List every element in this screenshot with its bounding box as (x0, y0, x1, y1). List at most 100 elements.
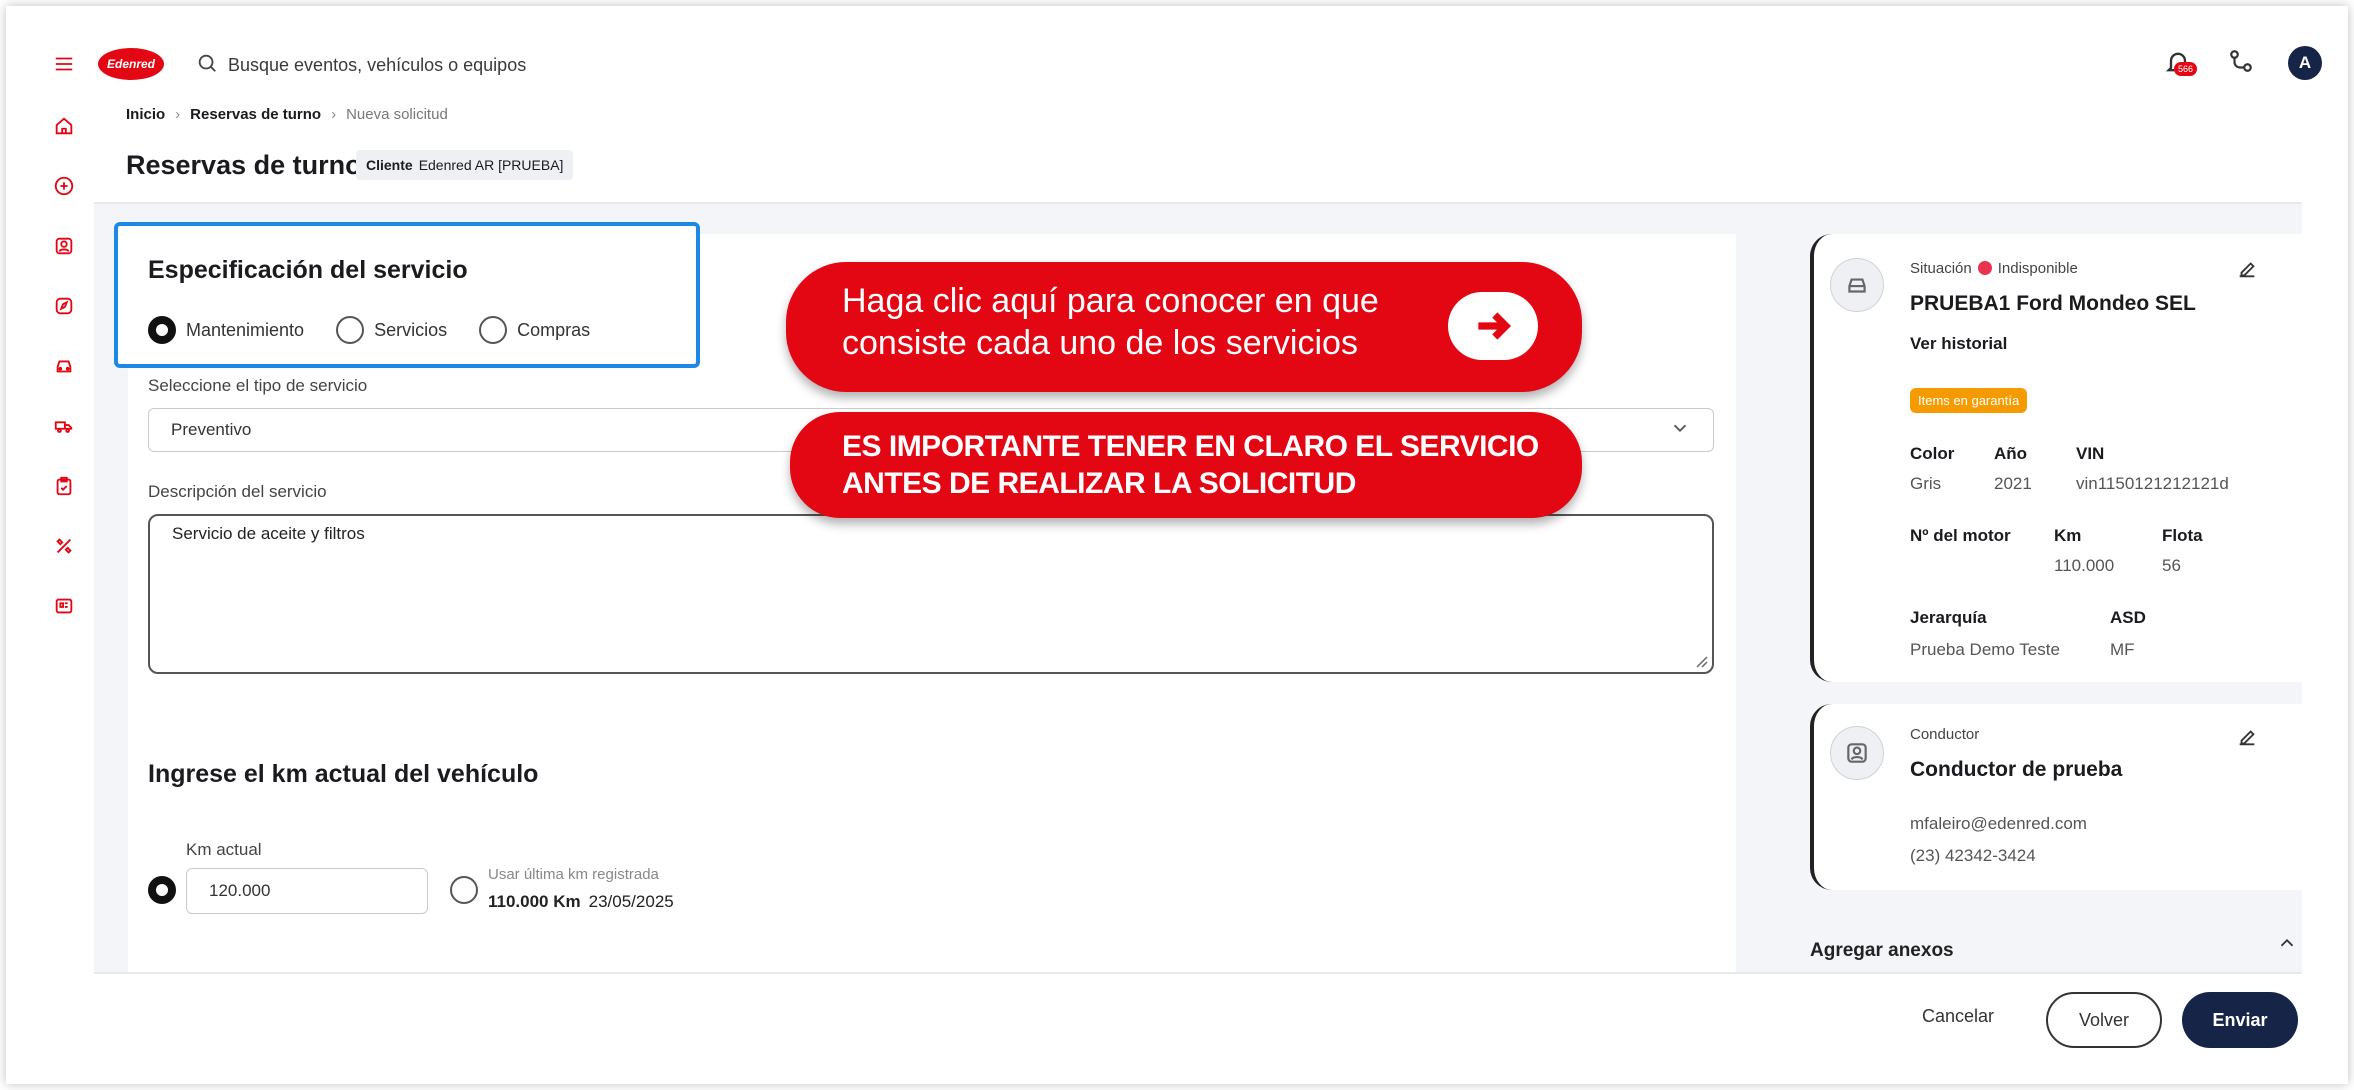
radio-compras[interactable]: Compras (479, 316, 590, 344)
top-actions: 566 A (2164, 46, 2322, 80)
breadcrumb: Inicio › Reservas de turno › Nueva solic… (126, 106, 448, 123)
vin-label: VIN (2076, 444, 2105, 463)
asd-value: MF (2110, 640, 2135, 659)
breadcrumb-current: Nueva solicitud (346, 106, 448, 123)
asd-label: ASD (2110, 608, 2146, 627)
status-dot-icon (1977, 261, 1992, 275)
radio-checked-icon[interactable] (148, 316, 176, 344)
last-km-info: 110.000 Km 23/05/2025 (488, 892, 674, 912)
radio-servicios[interactable]: Servicios (336, 316, 447, 344)
driver-email: mfaleiro@edenred.com (1910, 814, 2087, 833)
status-label: Situación (1910, 260, 1972, 277)
org-switch-button[interactable] (2228, 48, 2254, 79)
status-value: Indisponible (1997, 260, 2078, 277)
user-card-icon[interactable] (44, 226, 84, 266)
warning-callout: ES IMPORTANTE TENER EN CLARO EL SERVICIO… (790, 412, 1582, 518)
fleet-label: Flota (2162, 526, 2203, 545)
radio-km-last[interactable] (450, 876, 478, 904)
warning-callout-line1: ES IMPORTANTE TENER EN CLARO EL SERVICIO (842, 430, 1539, 463)
trucks-icon[interactable] (44, 406, 84, 446)
pencil-icon (2239, 262, 2255, 278)
edit-driver-button[interactable] (2236, 726, 2258, 748)
warning-callout-line2: ANTES DE REALIZAR LA SOLICITUD (842, 467, 1356, 500)
driver-label: Conductor (1910, 726, 1980, 743)
home-icon[interactable] (44, 106, 84, 146)
radio-km-current[interactable] (148, 876, 176, 904)
breadcrumb-home[interactable]: Inicio (126, 106, 165, 123)
hierarchy-label: Jerarquía (1910, 608, 1987, 627)
description-value: Servicio de aceite y filtros (172, 524, 365, 543)
arrow-right-button[interactable] (1448, 292, 1538, 360)
radio-label: Servicios (374, 319, 448, 340)
app-window: Edenred Busque eventos, vehículos o equi… (0, 0, 2354, 1090)
warranty-badge[interactable]: Items en garantía (1910, 388, 2028, 413)
user-icon (1847, 743, 1867, 763)
km-input[interactable]: 120.000 (186, 868, 428, 914)
tools-icon[interactable] (44, 526, 84, 566)
radio-unchecked-icon[interactable] (479, 316, 508, 344)
brand-logo[interactable]: Edenred (98, 48, 164, 80)
dashboard-icon[interactable] (44, 586, 84, 626)
notifications-button[interactable]: 566 (2164, 48, 2198, 78)
search-placeholder[interactable]: Busque eventos, vehículos o equipos (228, 55, 526, 76)
km-value: 110.000 (2054, 556, 2115, 575)
service-type-radios: Mantenimiento Servicios Compras (148, 316, 590, 344)
service-type-label: Seleccione el tipo de servicio (148, 376, 368, 395)
year-value: 2021 (1994, 474, 2032, 493)
notifications-badge: 566 (2174, 62, 2198, 76)
send-button[interactable]: Enviar (2182, 992, 2298, 1048)
menu-icon[interactable] (44, 44, 84, 84)
radio-unchecked-icon[interactable] (336, 316, 365, 344)
breadcrumb-section[interactable]: Reservas de turno (190, 106, 321, 123)
resize-grip-icon[interactable] (1694, 654, 1708, 668)
hierarchy-value: Prueba Demo Teste (1910, 640, 2060, 659)
service-type-value: Preventivo (171, 420, 252, 439)
info-callout[interactable]: Haga clic aquí para conocer en que consi… (786, 262, 1582, 392)
driver-card (1810, 704, 2302, 890)
year-label: Año (1994, 444, 2028, 463)
chevron-down-icon (1669, 417, 1691, 444)
search-icon (196, 52, 218, 79)
client-label: Cliente (366, 157, 413, 173)
back-button[interactable]: Volver (2046, 992, 2162, 1048)
client-value: Edenred AR [PRUEBA] (418, 157, 564, 173)
description-textarea[interactable]: Servicio de aceite y filtros (148, 514, 1714, 674)
driver-phone: (23) 42342-3424 (1910, 846, 2036, 865)
last-km-label: Usar última km registrada (488, 866, 659, 883)
search-bar[interactable]: Busque eventos, vehículos o equipos (196, 50, 526, 80)
km-current-label: Km actual (186, 840, 262, 859)
km-input-value: 120.000 (209, 881, 271, 900)
radio-mantenimiento[interactable]: Mantenimiento (148, 316, 304, 344)
last-km-value: 110.000 Km (488, 892, 581, 911)
pencil-icon (2239, 730, 2255, 746)
chevron-right-icon: › (175, 106, 181, 123)
color-label: Color (1910, 444, 1955, 463)
last-km-date: 23/05/2025 (588, 892, 674, 911)
cancel-button[interactable]: Cancelar (1922, 1006, 1994, 1027)
chevron-right-icon: › (331, 106, 337, 123)
color-value: Gris (1910, 474, 1942, 493)
car-icon[interactable] (44, 346, 84, 386)
attachments-title[interactable]: Agregar anexos (1810, 940, 1954, 962)
km-title: Ingrese el km actual del vehículo (148, 760, 539, 788)
description-label: Descripción del servicio (148, 482, 327, 501)
spec-title: Especificación del servicio (148, 256, 468, 284)
vehicle-status: Situación Indisponible (1910, 260, 2078, 277)
arrow-right-icon (1478, 312, 1512, 340)
driver-avatar (1830, 726, 1884, 780)
fleet-value: 56 (2162, 556, 2181, 575)
compass-icon[interactable] (44, 286, 84, 326)
edit-vehicle-button[interactable] (2236, 258, 2258, 280)
vin-value: vin1150121212121d (2076, 474, 2229, 493)
chevron-up-icon[interactable] (2276, 932, 2298, 954)
radio-label: Mantenimiento (186, 319, 305, 340)
add-circle-icon[interactable] (44, 166, 84, 206)
hierarchy-icon (2230, 49, 2252, 72)
service-spec-highlight (114, 222, 700, 368)
engine-label: Nº del motor (1910, 526, 2011, 545)
driver-name: Conductor de prueba (1910, 758, 2123, 781)
history-link[interactable]: Ver historial (1910, 334, 2007, 354)
user-avatar[interactable]: A (2288, 46, 2322, 80)
clipboard-icon[interactable] (44, 466, 84, 506)
client-chip: Cliente Edenred AR [PRUEBA] (356, 150, 574, 180)
